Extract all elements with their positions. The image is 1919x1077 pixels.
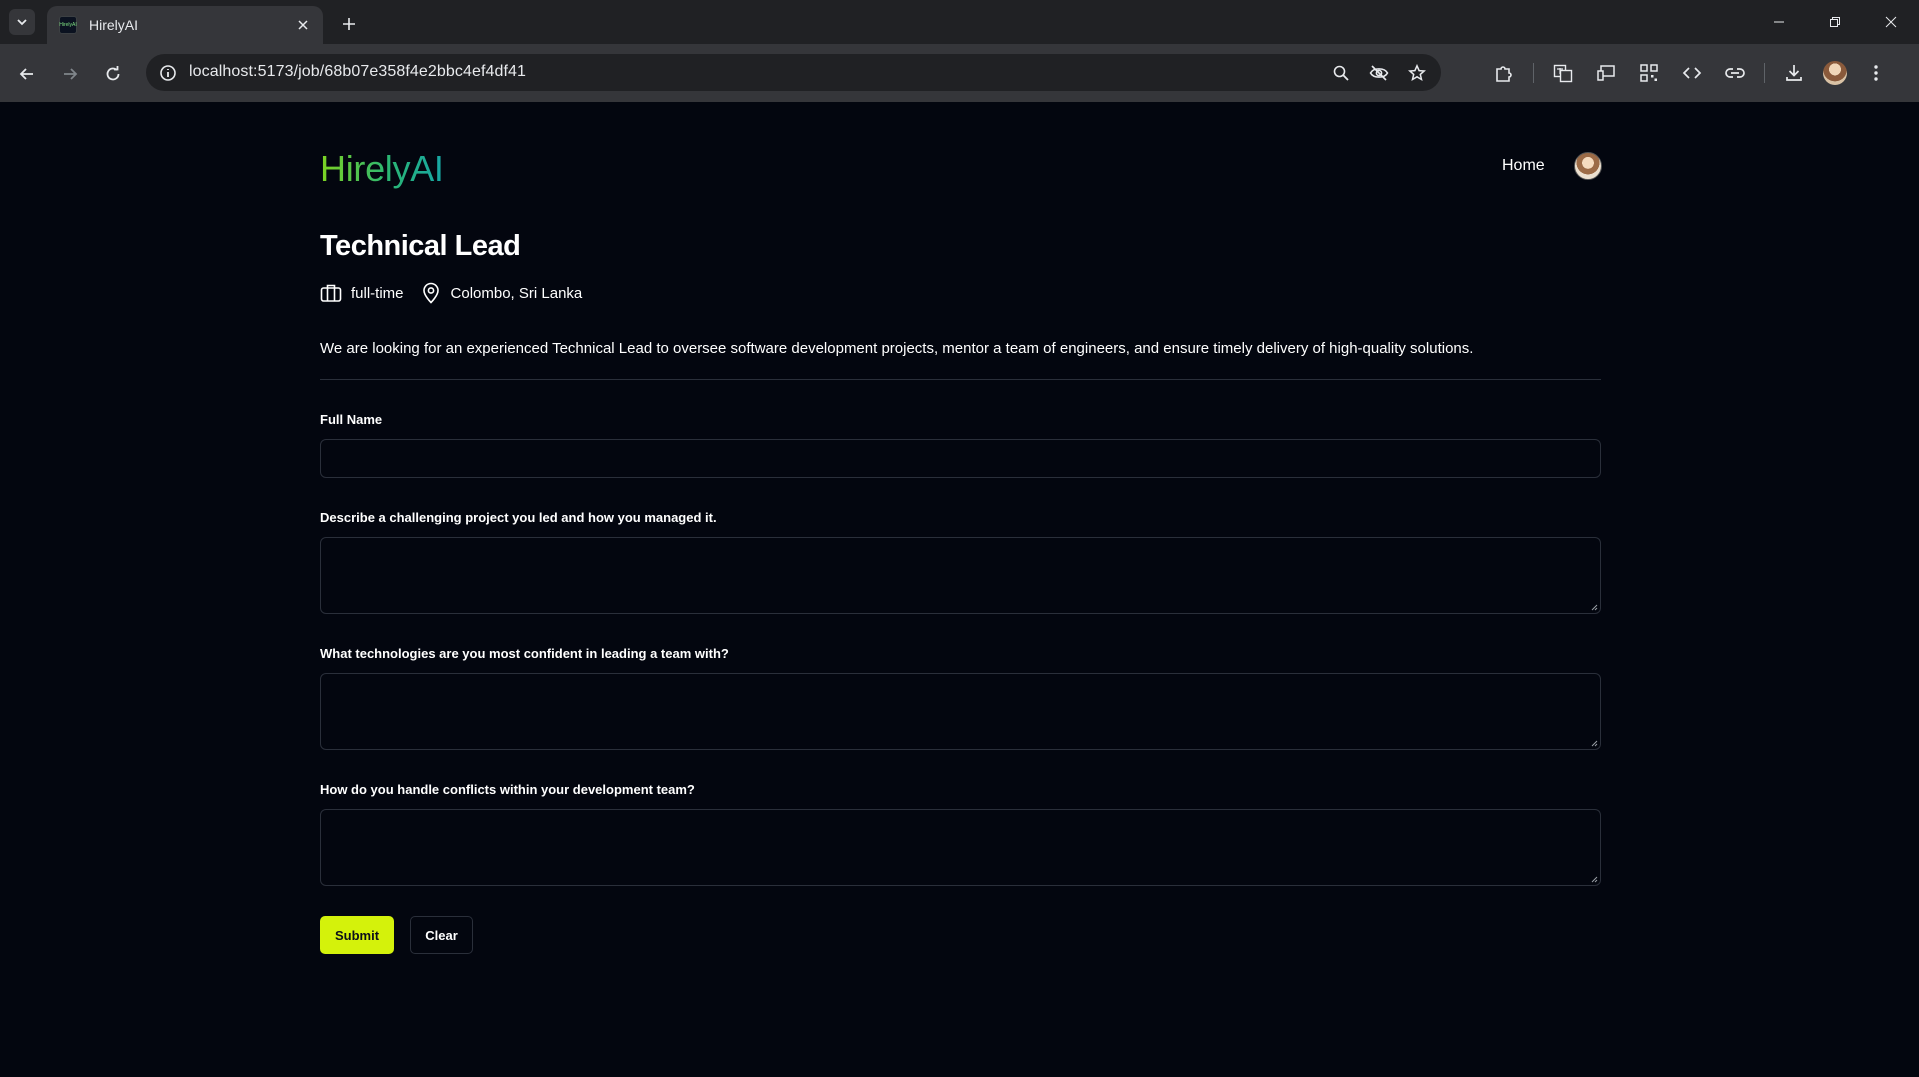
browser-menu-button[interactable] <box>1862 59 1890 87</box>
info-icon <box>160 65 176 81</box>
favicon-icon: HirelyAI <box>59 16 77 34</box>
cast-button[interactable] <box>1592 59 1620 87</box>
favicon-text: HirelyAI <box>59 22 77 28</box>
resize-handle-icon[interactable] <box>1590 739 1598 747</box>
job-description: We are looking for an experienced Techni… <box>320 340 1474 357</box>
tracking-protection-button[interactable] <box>1365 59 1393 87</box>
site-info-button[interactable] <box>156 61 180 85</box>
zoom-button[interactable] <box>1327 59 1355 87</box>
question-1-label: Describe a challenging project you led a… <box>320 510 717 525</box>
full-name-label: Full Name <box>320 412 383 427</box>
close-icon <box>1885 16 1897 28</box>
cast-icon <box>1597 65 1615 81</box>
user-avatar[interactable] <box>1574 152 1602 180</box>
address-bar[interactable]: localhost:5173/job/68b07e358f4e2bbc4ef4d… <box>146 54 1441 91</box>
toolbar-separator <box>1533 63 1534 83</box>
qr-code-icon <box>1640 64 1658 82</box>
new-tab-button[interactable] <box>335 10 363 38</box>
job-title: Technical Lead <box>320 230 521 262</box>
resize-handle-icon[interactable] <box>1590 603 1598 611</box>
question-2-textarea[interactable] <box>320 673 1601 750</box>
full-name-input[interactable] <box>320 439 1601 478</box>
question-3-label: How do you handle conflicts within your … <box>320 782 695 797</box>
divider <box>320 379 1601 380</box>
kebab-menu-icon <box>1874 65 1878 81</box>
copy-link-button[interactable] <box>1721 59 1749 87</box>
question-3-textarea[interactable] <box>320 809 1601 886</box>
forward-button[interactable] <box>55 59 85 89</box>
toolbar-actions <box>1490 59 1905 87</box>
code-icon <box>1682 67 1702 79</box>
puzzle-icon <box>1496 66 1512 82</box>
briefcase-icon <box>320 282 342 304</box>
back-arrow-icon <box>19 68 33 80</box>
browser-toolbar: localhost:5173/job/68b07e358f4e2bbc4ef4d… <box>0 44 1919 102</box>
question-1-textarea[interactable] <box>320 537 1601 614</box>
tab-title: HirelyAI <box>89 17 139 33</box>
close-icon <box>298 20 308 30</box>
url-text[interactable]: localhost:5173/job/68b07e358f4e2bbc4ef4d… <box>189 63 526 81</box>
reload-icon <box>106 66 120 81</box>
resize-handle-icon[interactable] <box>1590 875 1598 883</box>
job-location: Colombo, Sri Lanka <box>450 284 583 302</box>
window-controls <box>1751 0 1919 44</box>
reload-button[interactable] <box>98 59 128 89</box>
page-content: HirelyAI Home Technical Lead full-time C… <box>0 102 1919 1077</box>
minimize-icon <box>1774 21 1784 23</box>
clear-button[interactable]: Clear <box>410 916 473 954</box>
close-window-button[interactable] <box>1863 0 1919 44</box>
toolbar-separator <box>1764 63 1765 83</box>
site-logo[interactable]: HirelyAI <box>320 148 444 190</box>
downloads-button[interactable] <box>1780 59 1808 87</box>
zoom-icon <box>1333 65 1349 81</box>
plus-icon <box>343 18 355 30</box>
tab-list-button[interactable] <box>9 9 35 35</box>
submit-button[interactable]: Submit <box>320 916 394 954</box>
devtools-button[interactable] <box>1678 59 1706 87</box>
extensions-button[interactable] <box>1490 59 1518 87</box>
minimize-button[interactable] <box>1751 0 1807 44</box>
address-bar-actions <box>1327 59 1431 87</box>
browser-tab[interactable]: HirelyAI HirelyAI <box>47 6 323 44</box>
job-meta: full-time Colombo, Sri Lanka <box>320 282 582 304</box>
restore-icon <box>1830 17 1840 27</box>
browser-tab-strip: HirelyAI HirelyAI <box>0 0 1919 44</box>
question-2-label: What technologies are you most confident… <box>320 646 729 661</box>
back-button[interactable] <box>12 59 42 89</box>
eye-off-icon <box>1369 65 1389 81</box>
bookmark-button[interactable] <box>1403 59 1431 87</box>
job-type: full-time <box>351 284 404 302</box>
qr-code-button[interactable] <box>1635 59 1663 87</box>
nav-home-link[interactable]: Home <box>1502 157 1545 175</box>
translate-button[interactable] <box>1549 59 1577 87</box>
star-icon <box>1408 64 1426 82</box>
download-icon <box>1786 65 1802 81</box>
translate-icon <box>1553 64 1573 83</box>
profile-avatar[interactable] <box>1823 61 1847 85</box>
chevron-down-icon <box>17 19 27 26</box>
tab-close-button[interactable] <box>293 15 313 35</box>
forward-arrow-icon <box>64 68 78 80</box>
map-pin-icon <box>420 282 442 304</box>
restore-button[interactable] <box>1807 0 1863 44</box>
link-icon <box>1725 68 1745 78</box>
